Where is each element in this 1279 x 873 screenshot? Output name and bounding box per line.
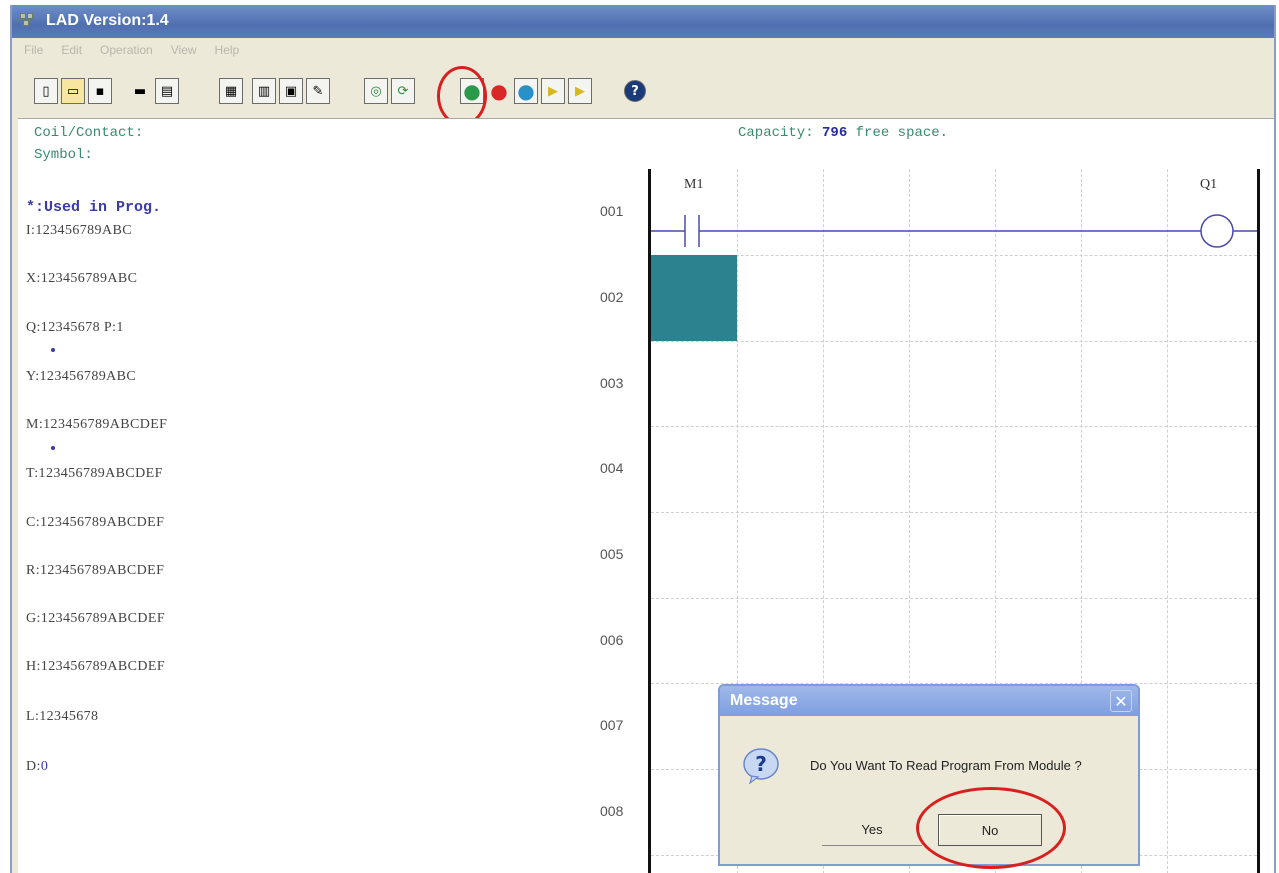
compare-icon: ▶ bbox=[575, 83, 585, 99]
dialog-title-bar: Message ✕ bbox=[720, 686, 1138, 716]
refresh-button[interactable]: ⟳ bbox=[391, 78, 415, 104]
register-l: L:12345678 bbox=[26, 709, 99, 724]
compare-button[interactable]: ▶ bbox=[568, 78, 592, 104]
register-t: T:123456789ABCDEF bbox=[26, 466, 163, 481]
svg-text:?: ? bbox=[755, 752, 767, 776]
used-in-prog-label: *:Used in Prog. bbox=[26, 199, 162, 216]
title-bar: LAD Version:1.4 bbox=[12, 5, 1274, 38]
no-button[interactable]: No bbox=[938, 814, 1042, 846]
new-file-button[interactable]: ▯ bbox=[34, 78, 58, 104]
run-icon: ● bbox=[517, 79, 535, 103]
row-number-007: 007 bbox=[600, 717, 624, 733]
ladder-view-button[interactable]: ▥ bbox=[252, 78, 276, 104]
symbol-label: Symbol: bbox=[34, 147, 93, 163]
rung-001[interactable] bbox=[651, 211, 1257, 251]
coil-label: Q1 bbox=[1200, 177, 1218, 192]
edit-button[interactable]: ✎ bbox=[306, 78, 330, 104]
connect-button[interactable]: ◎ bbox=[364, 78, 388, 104]
row-number-008: 008 bbox=[600, 803, 624, 819]
register-c: C:123456789ABCDEF bbox=[26, 515, 165, 530]
read-from-module-icon: ● bbox=[463, 79, 481, 103]
read-from-module-button[interactable]: ● bbox=[460, 78, 484, 104]
row-number-002: 002 bbox=[600, 289, 624, 305]
register-m: M:123456789ABCDEF bbox=[26, 417, 168, 432]
row-number-003: 003 bbox=[600, 375, 624, 391]
contact-label: M1 bbox=[684, 177, 704, 192]
print-preview-button[interactable]: ▤ bbox=[155, 78, 179, 104]
used-marker-m bbox=[51, 446, 55, 450]
used-marker-q bbox=[51, 348, 55, 352]
grid-row-line bbox=[651, 255, 1257, 256]
connect-icon: ◎ bbox=[370, 83, 382, 99]
register-h: H:123456789ABCDEF bbox=[26, 659, 166, 674]
window-icon: ▣ bbox=[284, 83, 298, 99]
open-folder-icon: ▭ bbox=[66, 83, 80, 99]
save-button[interactable]: ▪ bbox=[88, 78, 112, 104]
capacity-label: Capacity: bbox=[738, 125, 814, 141]
row-number-001: 001 bbox=[600, 203, 624, 219]
dialog-title: Message bbox=[730, 692, 798, 709]
print-button[interactable]: ▬ bbox=[128, 78, 152, 104]
coil-q1 bbox=[1200, 214, 1234, 248]
print-icon: ▬ bbox=[133, 83, 147, 99]
close-icon: ✕ bbox=[1114, 691, 1128, 711]
coil-contact-label: Coil/Contact: bbox=[34, 125, 144, 141]
menu-file[interactable]: File bbox=[24, 43, 43, 63]
register-d-prefix: D: bbox=[26, 759, 41, 774]
write-to-module-icon: ▶ bbox=[548, 83, 558, 99]
window-button[interactable]: ▣ bbox=[279, 78, 303, 104]
window-title: LAD Version:1.4 bbox=[46, 12, 169, 29]
menu-edit[interactable]: Edit bbox=[61, 43, 82, 63]
dialog-close-button[interactable]: ✕ bbox=[1110, 690, 1132, 712]
right-power-rail bbox=[1257, 169, 1260, 873]
grid-row-line bbox=[651, 512, 1257, 513]
monitor-icon: ▦ bbox=[224, 83, 238, 99]
grid-row-line bbox=[651, 598, 1257, 599]
grid-col-line bbox=[1167, 169, 1168, 873]
register-g: G:123456789ABCDEF bbox=[26, 611, 166, 626]
row-number-006: 006 bbox=[600, 632, 624, 648]
refresh-icon: ⟳ bbox=[397, 83, 409, 99]
row-number-005: 005 bbox=[600, 546, 624, 562]
register-d: D:0 bbox=[26, 759, 48, 775]
capacity-value: 796 bbox=[822, 125, 848, 141]
message-dialog: Message ✕ ? Do You Want To Read Program … bbox=[718, 684, 1140, 866]
question-icon: ? bbox=[743, 748, 779, 784]
menu-operation[interactable]: Operation bbox=[100, 43, 153, 63]
capacity-readout: Capacity: 796 free space. bbox=[738, 125, 948, 141]
register-d-value: 0 bbox=[40, 759, 49, 774]
save-icon: ▪ bbox=[95, 83, 105, 99]
ladder-view-icon: ▥ bbox=[257, 83, 271, 99]
stop-icon: ● bbox=[490, 79, 508, 103]
grid-row-line bbox=[651, 341, 1257, 342]
register-q: Q:12345678 P:1 bbox=[26, 320, 124, 335]
run-button[interactable]: ● bbox=[514, 78, 538, 104]
toolbar: ▯ ▭ ▪ ▬ ▤ ▦ ▥ ▣ ✎ ◎ ⟳ ● ● ● ▶ ▶ ? bbox=[24, 78, 724, 108]
menu-view[interactable]: View bbox=[171, 43, 197, 63]
register-y: Y:123456789ABC bbox=[26, 369, 137, 384]
menu-help[interactable]: Help bbox=[215, 43, 240, 63]
edit-cursor-cell[interactable] bbox=[651, 255, 737, 341]
register-r: R:123456789ABCDEF bbox=[26, 563, 165, 578]
open-button[interactable]: ▭ bbox=[61, 78, 85, 104]
monitor-button[interactable]: ▦ bbox=[219, 78, 243, 104]
grid-row-line bbox=[651, 426, 1257, 427]
help-button[interactable]: ? bbox=[624, 80, 646, 102]
app-icon bbox=[20, 13, 40, 29]
menu-bar: File Edit Operation View Help bbox=[12, 43, 239, 63]
dialog-message: Do You Want To Read Program From Module … bbox=[810, 758, 1082, 773]
register-i: I:123456789ABC bbox=[26, 223, 132, 238]
capacity-suffix: free space. bbox=[855, 125, 949, 141]
yes-button[interactable]: Yes bbox=[822, 814, 922, 846]
register-x: X:123456789ABC bbox=[26, 271, 138, 286]
left-power-rail bbox=[648, 169, 651, 873]
edit-icon: ✎ bbox=[312, 83, 324, 99]
print-preview-icon: ▤ bbox=[160, 83, 174, 99]
help-icon: ? bbox=[631, 83, 639, 99]
row-number-004: 004 bbox=[600, 460, 624, 476]
stop-button[interactable]: ● bbox=[487, 78, 511, 104]
write-to-module-button[interactable]: ▶ bbox=[541, 78, 565, 104]
new-file-icon: ▯ bbox=[42, 83, 50, 99]
